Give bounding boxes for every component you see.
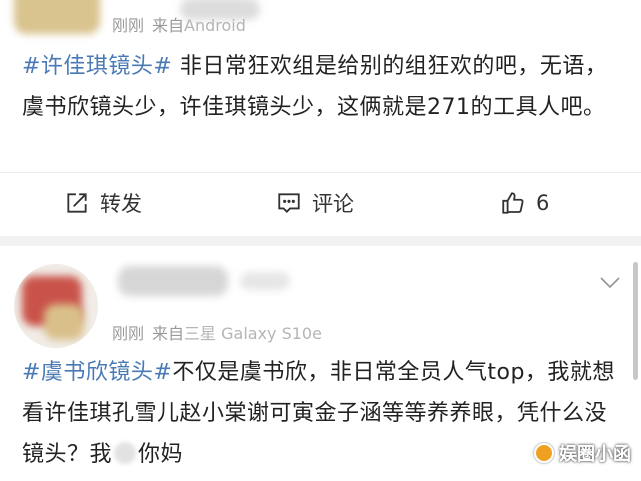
- like-button[interactable]: 6: [500, 186, 549, 220]
- post-meta: 刚刚 来自三星 Galaxy S10e: [112, 320, 322, 344]
- comment-button[interactable]: 评论: [276, 186, 354, 220]
- blurred-badge: [240, 272, 290, 290]
- post-separator: [0, 236, 641, 246]
- post-body-end: 你妈: [138, 442, 184, 467]
- thumbs-up-icon: [502, 192, 524, 214]
- watermark-text: 娱圈小函: [559, 444, 631, 465]
- censor-mask: [114, 442, 137, 464]
- blurred-avatar[interactable]: [14, 0, 100, 34]
- watermark-logo-icon: [534, 443, 554, 463]
- post-time: 刚刚: [112, 16, 145, 35]
- repost-icon: [67, 193, 87, 213]
- avatar[interactable]: [14, 264, 98, 348]
- blurred-username[interactable]: [118, 266, 228, 296]
- repost-button[interactable]: 转发: [64, 186, 142, 220]
- post-device: 三星 Galaxy S10e: [184, 324, 322, 343]
- post-source-label: 来自: [152, 324, 185, 343]
- post-source-label: 来自: [152, 16, 185, 35]
- divider: [0, 172, 641, 173]
- post-device: Android: [184, 16, 246, 35]
- post-text: #许佳琪镜头# 非日常狂欢组是给别的组狂欢的吧，无语， 虞书欣镜头少，许佳琪镜头…: [22, 46, 622, 128]
- weibo-post-1: 刚刚 来自Android #许佳琪镜头# 非日常狂欢组是给别的组狂欢的吧，无语， …: [0, 0, 641, 236]
- scrollbar[interactable]: [633, 262, 638, 380]
- like-count: 6: [536, 191, 550, 215]
- post-meta: 刚刚 来自Android: [112, 12, 246, 36]
- post-text: #虞书欣镜头#不仅是虞书欣，非日常全员人气top，我就想看许佳琪孔雪儿赵小棠谢可…: [22, 352, 622, 475]
- repost-label: 转发: [100, 192, 142, 216]
- post-time: 刚刚: [112, 324, 145, 343]
- comment-icon: [278, 193, 300, 213]
- hashtag-link[interactable]: #虞书欣镜头#: [22, 360, 172, 385]
- chevron-down-icon[interactable]: [599, 276, 621, 290]
- comment-label: 评论: [312, 192, 354, 216]
- hashtag-link[interactable]: #许佳琪镜头#: [22, 54, 172, 79]
- watermark: 娱圈小函: [534, 440, 631, 466]
